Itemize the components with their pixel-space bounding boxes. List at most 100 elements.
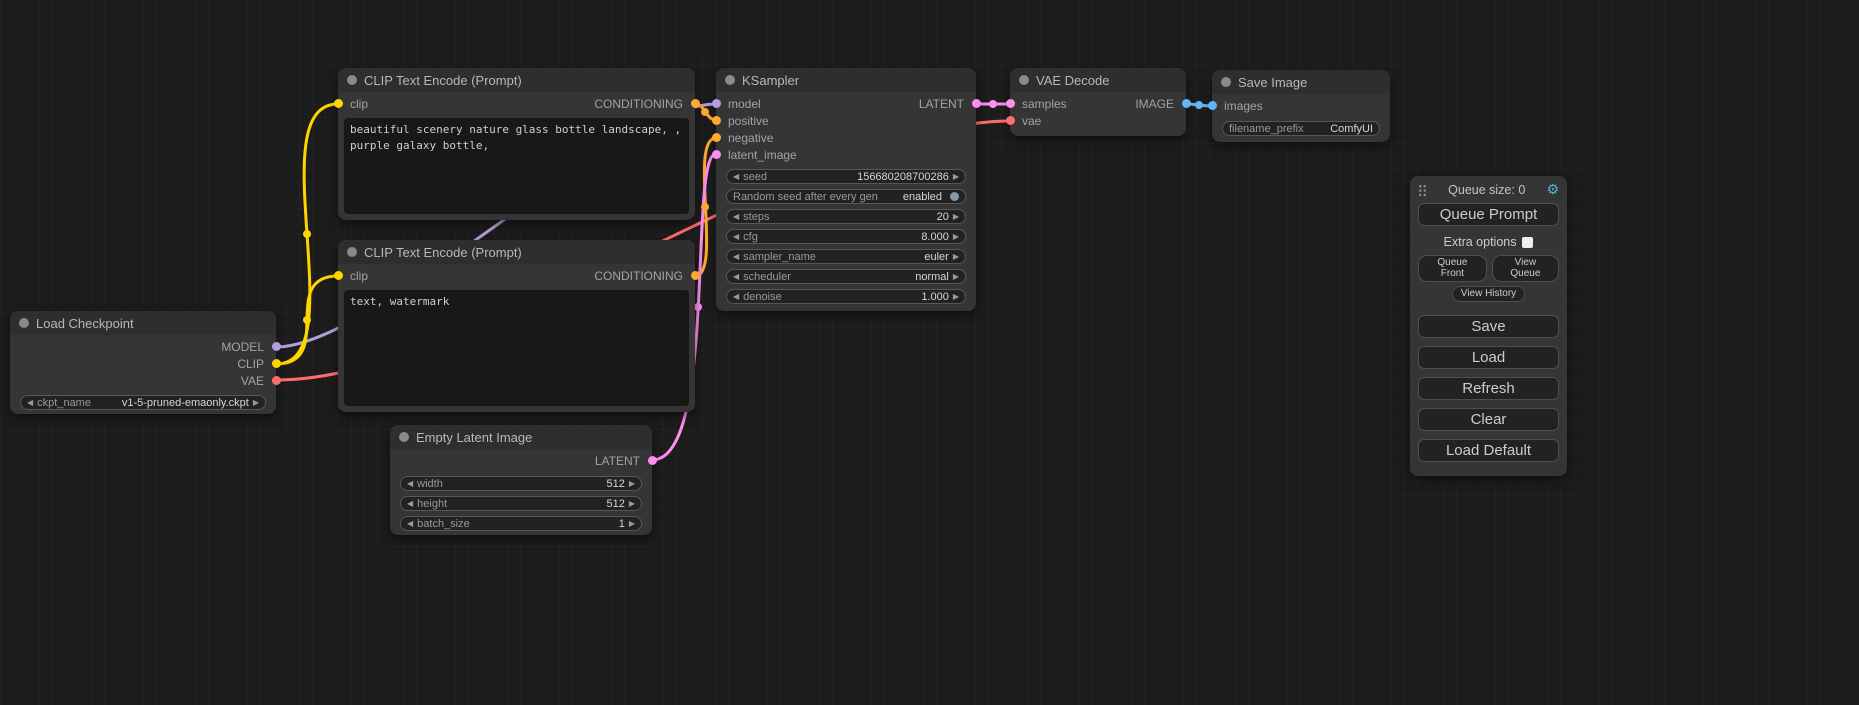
node-save-image[interactable]: Save Image images filename_prefix ComfyU… xyxy=(1212,70,1390,142)
collapse-dot-icon[interactable] xyxy=(725,75,735,85)
image-output-port[interactable] xyxy=(1182,99,1191,108)
node-title-bar[interactable]: VAE Decode xyxy=(1010,68,1186,92)
widget-value: 512 xyxy=(606,497,624,511)
menu-header: Queue size: 0 ⚙ xyxy=(1418,182,1559,198)
node-title-bar[interactable]: Load Checkpoint xyxy=(10,311,276,335)
queue-prompt-button[interactable]: Queue Prompt xyxy=(1418,203,1559,226)
sampler-name-widget[interactable]: ◀ sampler_name euler ▶ xyxy=(726,249,966,264)
input-label-samples: samples xyxy=(1022,97,1067,111)
scheduler-widget[interactable]: ◀ scheduler normal ▶ xyxy=(726,269,966,284)
node-clip-text-encode-negative[interactable]: CLIP Text Encode (Prompt) clip CONDITION… xyxy=(338,240,695,412)
queue-size-label: Queue size: 0 xyxy=(1427,183,1546,197)
collapse-dot-icon[interactable] xyxy=(1221,77,1231,87)
samples-input-port[interactable] xyxy=(1006,99,1015,108)
collapse-dot-icon[interactable] xyxy=(347,75,357,85)
node-title-bar[interactable]: KSampler xyxy=(716,68,976,92)
width-widget[interactable]: ◀ width 512 ▶ xyxy=(400,476,642,491)
node-title-bar[interactable]: CLIP Text Encode (Prompt) xyxy=(338,68,695,92)
height-widget[interactable]: ◀ height 512 ▶ xyxy=(400,496,642,511)
latent-output-port[interactable] xyxy=(972,99,981,108)
decrement-arrow-icon[interactable]: ◀ xyxy=(733,170,739,184)
clip-output-port[interactable] xyxy=(272,359,281,368)
node-clip-text-encode-positive[interactable]: CLIP Text Encode (Prompt) clip CONDITION… xyxy=(338,68,695,220)
settings-gear-icon[interactable]: ⚙ xyxy=(1546,182,1559,198)
prompt-textarea[interactable]: beautiful scenery nature glass bottle la… xyxy=(344,118,689,214)
slot-row: images xyxy=(1212,97,1390,114)
increment-arrow-icon[interactable]: ▶ xyxy=(629,477,635,491)
increment-arrow-icon[interactable]: ▶ xyxy=(953,270,959,284)
output-label-model: MODEL xyxy=(221,340,264,354)
node-title-bar[interactable]: Empty Latent Image xyxy=(390,425,652,449)
node-ksampler[interactable]: KSampler model LATENT positive negative … xyxy=(716,68,976,311)
increment-arrow-icon[interactable]: ▶ xyxy=(953,290,959,304)
collapse-dot-icon[interactable] xyxy=(399,432,409,442)
decrement-arrow-icon[interactable]: ◀ xyxy=(407,517,413,531)
model-output-port[interactable] xyxy=(272,342,281,351)
vae-output-port[interactable] xyxy=(272,376,281,385)
extra-options-checkbox[interactable] xyxy=(1522,237,1533,248)
link-midpoint-dot xyxy=(303,230,311,238)
menu-drag-handle-icon[interactable] xyxy=(1418,184,1427,197)
decrement-arrow-icon[interactable]: ◀ xyxy=(407,497,413,511)
increment-arrow-icon[interactable]: ▶ xyxy=(953,170,959,184)
decrement-arrow-icon[interactable]: ◀ xyxy=(733,230,739,244)
input-label-latent-image: latent_image xyxy=(728,148,797,162)
conditioning-output-port[interactable] xyxy=(691,99,700,108)
toggle-knob[interactable] xyxy=(950,192,959,201)
latent-output-port[interactable] xyxy=(648,456,657,465)
decrement-arrow-icon[interactable]: ◀ xyxy=(407,477,413,491)
node-title-bar[interactable]: Save Image xyxy=(1212,70,1390,94)
increment-arrow-icon[interactable]: ▶ xyxy=(953,230,959,244)
denoise-widget[interactable]: ◀ denoise 1.000 ▶ xyxy=(726,289,966,304)
output-label-image: IMAGE xyxy=(1135,97,1174,111)
decrement-arrow-icon[interactable]: ◀ xyxy=(733,270,739,284)
model-input-port[interactable] xyxy=(712,99,721,108)
slot-row: CLIP xyxy=(10,355,276,372)
queue-front-button[interactable]: Queue Front xyxy=(1418,255,1487,282)
positive-input-port[interactable] xyxy=(712,116,721,125)
decrement-arrow-icon[interactable]: ◀ xyxy=(733,250,739,264)
refresh-button[interactable]: Refresh xyxy=(1418,377,1559,400)
input-label-positive: positive xyxy=(728,114,769,128)
graph-canvas[interactable]: Load Checkpoint MODEL CLIP VAE ◀ ckpt_na… xyxy=(0,0,1859,705)
clip-input-port[interactable] xyxy=(334,271,343,280)
decrement-arrow-icon[interactable]: ◀ xyxy=(27,396,33,410)
collapse-dot-icon[interactable] xyxy=(347,247,357,257)
seed-widget[interactable]: ◀ seed 156680208700286 ▶ xyxy=(726,169,966,184)
load-button[interactable]: Load xyxy=(1418,346,1559,369)
collapse-dot-icon[interactable] xyxy=(1019,75,1029,85)
load-default-button[interactable]: Load Default xyxy=(1418,439,1559,462)
output-label-latent: LATENT xyxy=(919,97,964,111)
ckpt-name-widget[interactable]: ◀ ckpt_name v1-5-pruned-emaonly.ckpt ▶ xyxy=(20,395,266,410)
clear-button[interactable]: Clear xyxy=(1418,408,1559,431)
prompt-textarea[interactable]: text, watermark xyxy=(344,290,689,406)
increment-arrow-icon[interactable]: ▶ xyxy=(253,396,259,410)
decrement-arrow-icon[interactable]: ◀ xyxy=(733,290,739,304)
increment-arrow-icon[interactable]: ▶ xyxy=(953,210,959,224)
random-seed-toggle[interactable]: Random seed after every gen enabled xyxy=(726,189,966,204)
negative-input-port[interactable] xyxy=(712,133,721,142)
increment-arrow-icon[interactable]: ▶ xyxy=(629,497,635,511)
slot-row: vae xyxy=(1010,112,1186,129)
latent-image-input-port[interactable] xyxy=(712,150,721,159)
filename-prefix-widget[interactable]: filename_prefix ComfyUI xyxy=(1222,121,1380,136)
conditioning-output-port[interactable] xyxy=(691,271,700,280)
decrement-arrow-icon[interactable]: ◀ xyxy=(733,210,739,224)
save-button[interactable]: Save xyxy=(1418,315,1559,338)
increment-arrow-icon[interactable]: ▶ xyxy=(629,517,635,531)
increment-arrow-icon[interactable]: ▶ xyxy=(953,250,959,264)
vae-input-port[interactable] xyxy=(1006,116,1015,125)
node-title-bar[interactable]: CLIP Text Encode (Prompt) xyxy=(338,240,695,264)
view-queue-button[interactable]: View Queue xyxy=(1492,255,1559,282)
node-empty-latent-image[interactable]: Empty Latent Image LATENT ◀ width 512 ▶ … xyxy=(390,425,652,535)
view-history-button[interactable]: View History xyxy=(1452,286,1525,302)
clip-input-port[interactable] xyxy=(334,99,343,108)
cfg-widget[interactable]: ◀ cfg 8.000 ▶ xyxy=(726,229,966,244)
images-input-port[interactable] xyxy=(1208,101,1217,110)
output-label-vae: VAE xyxy=(241,374,264,388)
batch-size-widget[interactable]: ◀ batch_size 1 ▶ xyxy=(400,516,642,531)
node-vae-decode[interactable]: VAE Decode samples IMAGE vae xyxy=(1010,68,1186,136)
collapse-dot-icon[interactable] xyxy=(19,318,29,328)
steps-widget[interactable]: ◀ steps 20 ▶ xyxy=(726,209,966,224)
node-load-checkpoint[interactable]: Load Checkpoint MODEL CLIP VAE ◀ ckpt_na… xyxy=(10,311,276,414)
